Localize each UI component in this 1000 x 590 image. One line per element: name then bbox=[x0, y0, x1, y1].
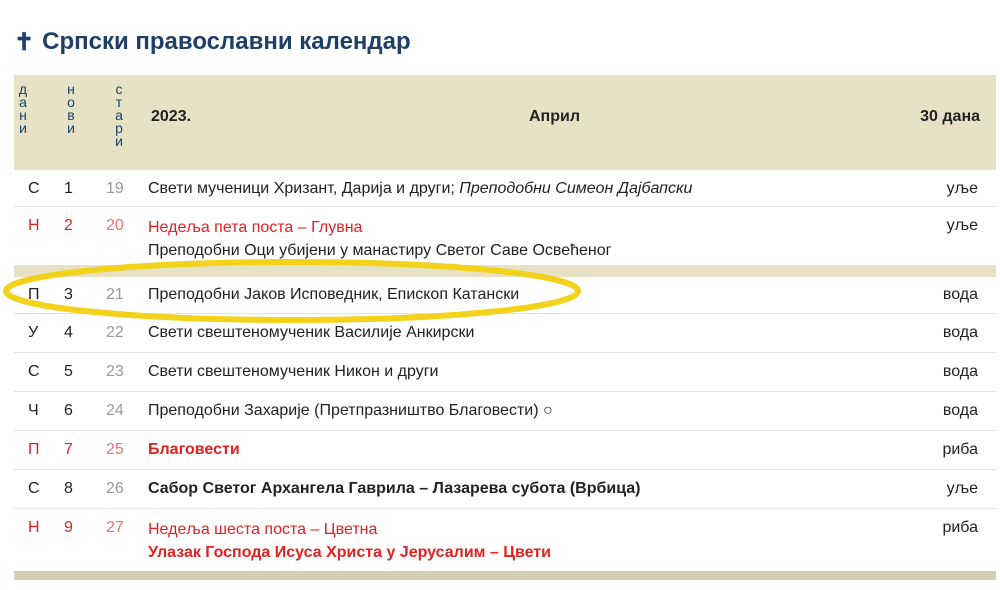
cross-icon: ✝ bbox=[14, 28, 35, 56]
week-separator bbox=[14, 158, 996, 170]
feast-description: Преподобни Јаков Исповедник, Епископ Кат… bbox=[148, 286, 520, 303]
table-row: С 1 19 Свети мученици Хризант, Дарија и … bbox=[14, 170, 996, 207]
new-date: 3 bbox=[64, 286, 73, 303]
new-date: 4 bbox=[64, 324, 73, 341]
fast-type: вода bbox=[942, 402, 978, 419]
fast-type: уље bbox=[946, 480, 978, 497]
header-days-column: д а н и bbox=[18, 81, 28, 136]
table-row: Ч 6 24 Преподобни Захарије (Претпразништ… bbox=[14, 392, 996, 431]
old-date: 23 bbox=[106, 363, 124, 380]
table-footer-bar bbox=[14, 571, 996, 580]
page-title: ✝ Српски православни календар bbox=[14, 24, 411, 60]
calendar-header: д а н и н о в и с т а р и 2023. Април 30… bbox=[14, 75, 996, 158]
feast-description: Сабор Светог Архангела Гаврила – Лазарев… bbox=[148, 480, 641, 497]
day-letter: Н bbox=[28, 519, 40, 536]
header-year: 2023. bbox=[151, 107, 192, 125]
day-letter: Н bbox=[28, 217, 40, 234]
day-letter: У bbox=[28, 324, 39, 341]
feast-description: Свети мученици Хризант, Дарија и други; … bbox=[148, 180, 693, 197]
table-row: П 3 21 Преподобни Јаков Исповедник, Епис… bbox=[14, 277, 996, 314]
feast-description: Свети свештеномученик Никон и други bbox=[148, 363, 439, 380]
fast-type: вода bbox=[942, 363, 978, 380]
header-days-count: 30 дана bbox=[920, 107, 980, 125]
old-date: 24 bbox=[106, 402, 124, 419]
feast-description: Свети свештеномученик Василије Анкирски bbox=[148, 324, 475, 341]
fast-type: риба bbox=[942, 519, 978, 536]
feast-description: Преподобни Захарије (Претпразништво Благ… bbox=[148, 402, 553, 419]
old-date: 26 bbox=[106, 480, 124, 497]
fast-type: вода bbox=[942, 286, 978, 303]
table-row: С 8 26 Сабор Светог Архангела Гаврила – … bbox=[14, 470, 996, 509]
new-date: 2 bbox=[64, 217, 73, 234]
feast-description: Недеља шеста поста – Цветна Улазак Госпо… bbox=[148, 521, 551, 561]
fast-type: уље bbox=[946, 217, 978, 234]
old-date: 21 bbox=[106, 286, 124, 303]
old-date: 22 bbox=[106, 324, 124, 341]
feast-description: Благовести bbox=[148, 441, 240, 458]
header-old-column: с т а р и bbox=[115, 81, 123, 149]
new-date: 6 bbox=[64, 402, 73, 419]
new-date: 1 bbox=[64, 180, 73, 197]
page-title-text: Српски православни календар bbox=[42, 28, 411, 55]
table-row: Н 9 27 Недеља шеста поста – Цветна Улаза… bbox=[14, 509, 996, 567]
table-row: Н 2 20 Недеља пета поста – Глувна Препод… bbox=[14, 207, 996, 265]
new-date: 7 bbox=[64, 441, 73, 458]
old-date: 19 bbox=[106, 180, 124, 197]
day-letter: С bbox=[28, 363, 40, 380]
header-month: Април bbox=[529, 107, 580, 125]
old-date: 20 bbox=[106, 217, 124, 234]
calendar-table: д а н и н о в и с т а р и 2023. Април 30… bbox=[14, 75, 996, 580]
header-new-column: н о в и bbox=[67, 81, 75, 136]
day-letter: С bbox=[28, 480, 40, 497]
old-date: 27 bbox=[106, 519, 124, 536]
table-row: У 4 22 Свети свештеномученик Василије Ан… bbox=[14, 314, 996, 353]
old-date: 25 bbox=[106, 441, 124, 458]
day-letter: С bbox=[28, 180, 40, 197]
new-date: 9 bbox=[64, 519, 73, 536]
day-letter: Ч bbox=[28, 402, 39, 419]
day-letter: П bbox=[28, 441, 40, 458]
fast-type: вода bbox=[942, 324, 978, 341]
new-date: 8 bbox=[64, 480, 73, 497]
table-row: П 7 25 Благовести риба bbox=[14, 431, 996, 470]
table-row: С 5 23 Свети свештеномученик Никон и дру… bbox=[14, 353, 996, 392]
fast-type: уље bbox=[946, 180, 978, 197]
feast-description: Недеља пета поста – Глувна Преподобни Оц… bbox=[148, 219, 612, 259]
fast-type: риба bbox=[942, 441, 978, 458]
week-separator bbox=[14, 265, 996, 277]
new-date: 5 bbox=[64, 363, 73, 380]
day-letter: П bbox=[28, 286, 40, 303]
